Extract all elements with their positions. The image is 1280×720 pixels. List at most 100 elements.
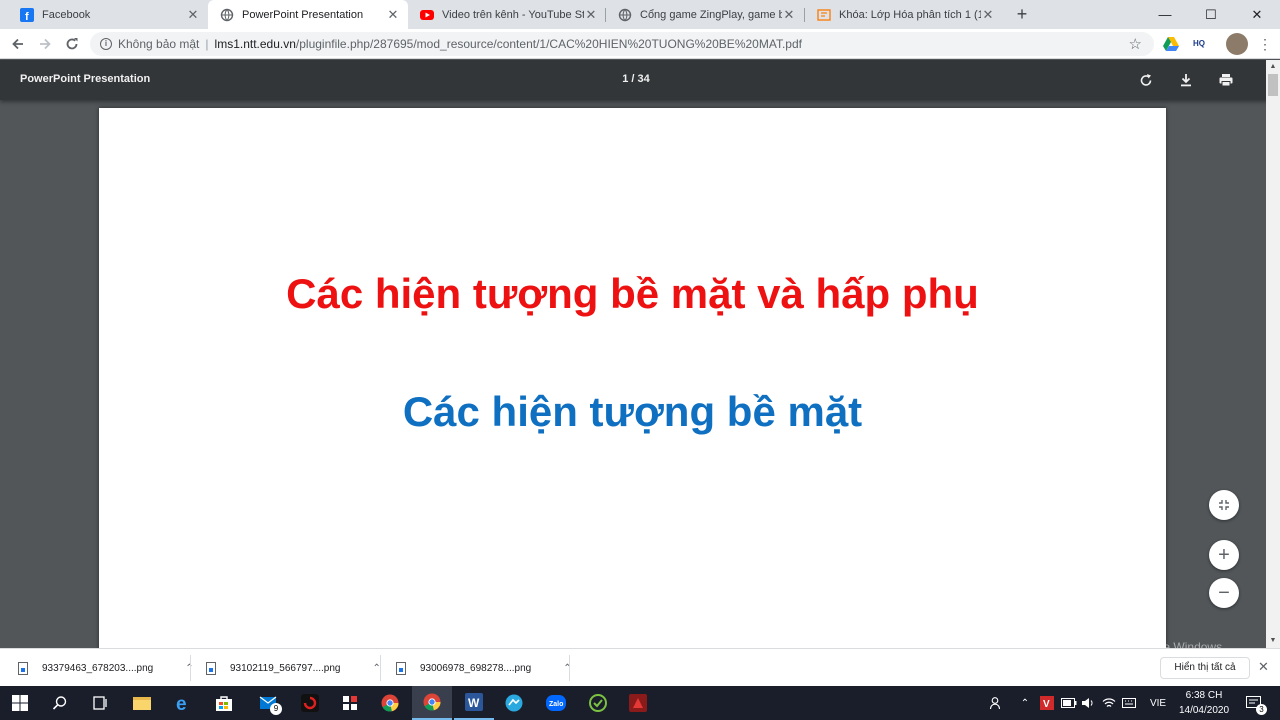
notification-center-icon[interactable]: 3	[1242, 686, 1267, 720]
zoom-in-button[interactable]: +	[1209, 540, 1239, 570]
info-icon[interactable]: i	[100, 38, 112, 50]
tab-close-icon[interactable]: ✕	[981, 7, 995, 23]
bookmark-star-icon[interactable]: ☆	[1129, 35, 1142, 53]
download-item[interactable]: 93102119_566797....png ⌃	[206, 649, 381, 687]
file-explorer-icon[interactable]	[122, 686, 162, 720]
facebook-icon: f	[20, 7, 34, 22]
tab-title: Facebook	[42, 8, 91, 21]
input-language[interactable]: VIE	[1144, 686, 1172, 720]
tab-title: Video trên kênh - YouTube Studio	[442, 8, 584, 21]
download-divider	[569, 655, 570, 681]
activate-windows-watermark: Activate Windows	[1036, 618, 1163, 635]
messenger-app-icon[interactable]	[494, 686, 534, 720]
back-icon[interactable]	[8, 34, 28, 54]
task-view-icon[interactable]	[80, 686, 120, 720]
garena-icon[interactable]	[290, 686, 330, 720]
tab-title: PowerPoint Presentation	[242, 8, 364, 21]
pdf-page: Các hiện tượng bề mặt và hấp phụ Các hiệ…	[99, 108, 1166, 668]
address-divider: |	[205, 37, 209, 51]
scrollbar-thumb[interactable]	[1268, 74, 1278, 96]
new-tab-button[interactable]: +	[1012, 4, 1032, 24]
app-icon[interactable]	[330, 686, 370, 720]
security-label[interactable]: Không bảo mật	[118, 37, 199, 51]
antivirus-icon[interactable]: V	[1038, 686, 1056, 720]
tab-moodle-course[interactable]: Khóa: Lớp Hóa phân tích 1 (18DD ✕	[805, 0, 1003, 29]
download-icon[interactable]	[1176, 70, 1196, 90]
fit-to-page-button[interactable]	[1209, 490, 1239, 520]
app-red-icon[interactable]	[618, 686, 658, 720]
slide-title: Các hiện tượng bề mặt và hấp phụ	[286, 270, 979, 317]
tab-close-icon[interactable]: ✕	[386, 7, 400, 23]
clock-date: 14/04/2020	[1178, 705, 1230, 716]
download-divider	[380, 655, 381, 681]
address-bar[interactable]: i Không bảo mật | lms1.ntt.edu.vn /plugi…	[90, 32, 1154, 56]
close-window-button[interactable]: ✕	[1234, 0, 1280, 29]
pdf-toolbar: PowerPoint Presentation 1 / 34	[0, 60, 1280, 100]
show-all-downloads-button[interactable]: Hiển thị tất cả	[1160, 657, 1250, 679]
svg-text:V: V	[1043, 699, 1050, 710]
windows-start-icon[interactable]	[0, 686, 40, 720]
scroll-up-icon[interactable]: ▲	[1266, 60, 1280, 74]
word-icon[interactable]: W	[454, 686, 494, 720]
file-icon	[206, 661, 216, 675]
store-icon[interactable]	[204, 686, 244, 720]
download-item[interactable]: 93006978_698278....png ⌃	[396, 649, 572, 687]
tab-title: Khóa: Lớp Hóa phân tích 1 (18DD	[839, 8, 981, 21]
tab-close-icon[interactable]: ✕	[584, 7, 598, 23]
app-green-icon[interactable]	[578, 686, 618, 720]
chrome-icon[interactable]	[370, 686, 410, 720]
document-title: PowerPoint Presentation	[20, 73, 151, 85]
tab-powerpoint-presentation[interactable]: PowerPoint Presentation ✕	[208, 0, 408, 29]
maximize-button[interactable]: ☐	[1188, 0, 1234, 29]
edge-icon[interactable]: e	[164, 686, 204, 720]
clock-time: 6:38 CH	[1185, 690, 1223, 701]
svg-text:e: e	[176, 694, 187, 712]
rotate-icon[interactable]	[1136, 70, 1156, 90]
tab-zingplay[interactable]: Cổng game ZingPlay, game bài, c ✕	[606, 0, 804, 29]
tab-close-icon[interactable]: ✕	[782, 7, 796, 23]
windows-taskbar: e 9 W Zalo ⌃ V VIE 6:38 CH 14/04/2020 3	[0, 686, 1280, 720]
page-indicator[interactable]: 1 / 34	[600, 73, 672, 85]
tab-title: Cổng game ZingPlay, game bài, c	[640, 8, 782, 21]
browser-toolbar: i Không bảo mật | lms1.ntt.edu.vn /plugi…	[0, 29, 1280, 59]
chrome-active-icon[interactable]	[412, 686, 452, 720]
keyboard-icon[interactable]	[1120, 686, 1138, 720]
globe-icon	[220, 8, 234, 22]
extension-hq-icon[interactable]: HQ	[1190, 35, 1208, 53]
download-filename: 93379463_678203....png	[42, 662, 154, 674]
forward-icon[interactable]	[35, 34, 55, 54]
chevron-up-icon[interactable]: ⌃	[1016, 686, 1034, 720]
tab-close-icon[interactable]: ✕	[186, 7, 200, 23]
svg-text:Zalo: Zalo	[549, 701, 563, 708]
volume-icon[interactable]	[1080, 686, 1098, 720]
minimize-button[interactable]: —	[1142, 0, 1188, 29]
tab-strip: f Facebook ✕ PowerPoint Presentation ✕ V…	[0, 0, 1280, 29]
download-divider	[190, 655, 191, 681]
wifi-icon[interactable]	[1100, 686, 1118, 720]
download-item[interactable]: 93379463_678203....png ⌃	[18, 649, 194, 687]
youtube-icon	[420, 8, 434, 22]
zalo-icon[interactable]: Zalo	[536, 686, 576, 720]
profile-avatar[interactable]	[1226, 33, 1248, 55]
vertical-scrollbar[interactable]: ▲ ▼	[1266, 60, 1280, 648]
people-icon[interactable]	[986, 686, 1008, 720]
menu-kebab-icon[interactable]: ⋮	[1256, 35, 1274, 53]
url-path: /pluginfile.php/287695/mod_resource/cont…	[295, 37, 802, 51]
print-icon[interactable]	[1216, 70, 1236, 90]
tab-youtube-studio[interactable]: Video trên kênh - YouTube Studio ✕	[408, 0, 606, 29]
tab-facebook[interactable]: f Facebook ✕	[8, 0, 208, 29]
battery-icon[interactable]	[1060, 686, 1078, 720]
google-drive-icon[interactable]	[1162, 35, 1180, 53]
mail-icon[interactable]: 9	[248, 686, 288, 720]
download-filename: 93102119_566797....png	[230, 662, 341, 674]
zoom-out-button[interactable]: −	[1209, 578, 1239, 608]
chevron-up-icon[interactable]: ⌃	[563, 663, 571, 674]
scroll-down-icon[interactable]: ▼	[1266, 634, 1280, 648]
reload-icon[interactable]	[62, 34, 82, 54]
search-icon[interactable]	[40, 686, 80, 720]
moodle-icon	[817, 8, 831, 22]
notification-badge: 3	[1256, 704, 1267, 715]
system-clock[interactable]: 6:38 CH 14/04/2020	[1170, 688, 1238, 718]
close-shelf-icon[interactable]: ✕	[1258, 659, 1269, 675]
slide-subtitle: Các hiện tượng bề mặt	[402, 388, 863, 435]
